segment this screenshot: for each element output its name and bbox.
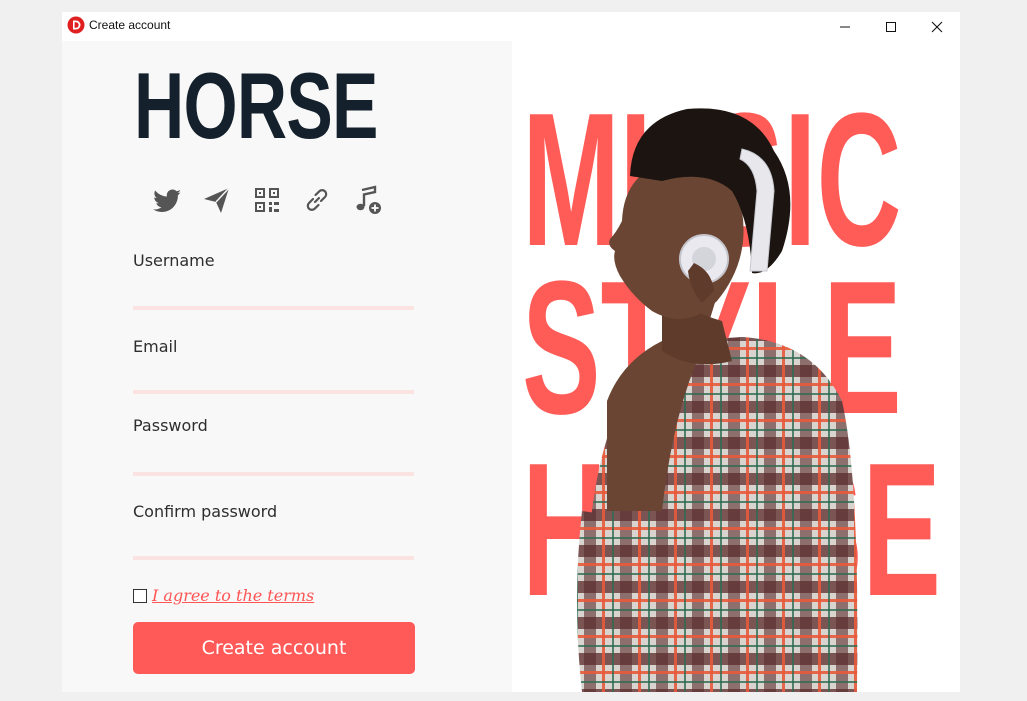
close-button[interactable] <box>914 12 960 41</box>
maximize-button[interactable] <box>868 12 914 41</box>
terms-link[interactable]: I agree to the terms <box>152 586 314 605</box>
twitter-link[interactable] <box>151 184 183 216</box>
create-account-window: Create account HORSE Username Email Pass… <box>62 12 960 692</box>
password-input[interactable] <box>133 446 414 476</box>
confirm-password-label: Confirm password <box>133 502 278 521</box>
man-with-headphones-image <box>577 108 858 692</box>
email-label: Email <box>133 337 178 356</box>
maximize-icon <box>886 22 896 32</box>
qr-code-icon <box>255 188 279 212</box>
close-icon <box>931 21 943 33</box>
minimize-icon <box>840 26 850 28</box>
app-logo-d-icon <box>67 16 85 34</box>
email-input[interactable] <box>133 364 414 394</box>
terms-checkbox[interactable] <box>133 589 147 603</box>
title-bar[interactable]: Create account <box>62 12 960 41</box>
username-label: Username <box>133 251 215 270</box>
confirm-password-input[interactable] <box>133 530 414 560</box>
twitter-icon <box>153 189 181 212</box>
send-icon <box>204 187 230 213</box>
minimize-button[interactable] <box>822 12 868 41</box>
link-link[interactable] <box>301 184 333 216</box>
send-link[interactable] <box>201 184 233 216</box>
qr-code-link[interactable] <box>251 184 283 216</box>
window-title: Create account <box>89 18 171 32</box>
link-icon <box>306 189 328 211</box>
music-add-icon <box>356 185 381 214</box>
password-label: Password <box>133 416 208 435</box>
create-account-button[interactable]: Create account <box>133 622 415 674</box>
username-input[interactable] <box>133 280 414 310</box>
brand-logo: HORSE <box>134 53 378 158</box>
music-add-link[interactable] <box>351 184 383 216</box>
signup-panel: HORSE Username Email Password Confirm pa… <box>62 41 512 692</box>
promo-panel: MUSIC STYLE HORSE <box>512 41 960 692</box>
